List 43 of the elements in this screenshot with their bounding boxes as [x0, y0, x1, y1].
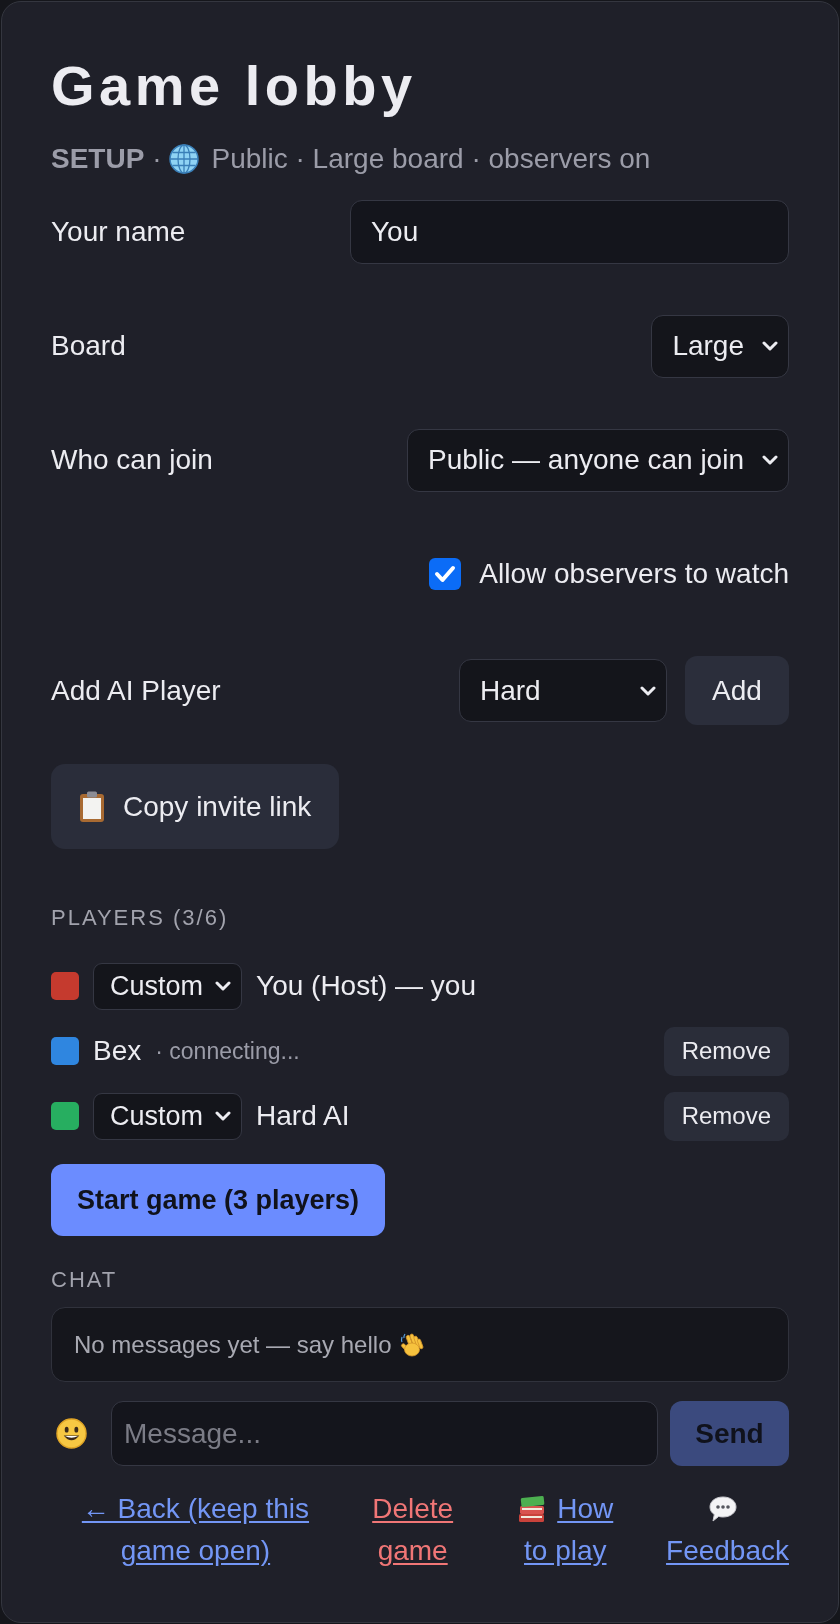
remove-button[interactable]: Remove — [663, 1026, 789, 1076]
dropdown-select[interactable]: Custom — [93, 1092, 243, 1140]
player-name: Hard AI — [256, 1099, 350, 1133]
empty-chat-text: No messages yet — say hello — [74, 1329, 392, 1360]
player-name: You (Host) — you — [256, 969, 476, 1003]
field-label: Add AI Player — [51, 673, 221, 708]
back-link[interactable]: ← Back (keep this game open) — [70, 1488, 321, 1572]
section-heading: PLAYERS (3/6) — [51, 904, 229, 932]
globe-icon — [169, 144, 200, 174]
checkbox[interactable] — [429, 558, 462, 590]
smiley-icon[interactable] — [56, 1418, 87, 1449]
section-heading: CHAT — [51, 1266, 118, 1294]
start-game-button[interactable]: Start game (3 players) — [51, 1164, 386, 1236]
waving-hand-icon — [399, 1331, 426, 1358]
copy-invite-button[interactable]: Copy invite link — [51, 764, 340, 849]
feedback-link[interactable]: Feedback — [666, 1488, 789, 1572]
clipboard-icon — [79, 790, 105, 823]
add-button[interactable]: Add — [685, 656, 789, 725]
chevron-icon — [762, 341, 778, 351]
delete-link[interactable]: Delete game — [360, 1488, 465, 1572]
text-input[interactable]: You — [350, 200, 789, 264]
player-status: · connecting... — [155, 1037, 300, 1066]
speech-bubble-icon — [707, 1495, 738, 1523]
remove-button[interactable]: Remove — [663, 1091, 789, 1141]
field-label: Who can join — [51, 443, 213, 477]
chevron-icon — [762, 455, 778, 465]
dropdown-select[interactable]: Hard — [459, 659, 667, 722]
field-label: Your name — [51, 215, 186, 249]
dropdown-select[interactable]: Large — [651, 314, 789, 378]
page-title: Game lobby — [51, 53, 417, 119]
help-link[interactable]: How to play — [504, 1488, 627, 1572]
dropdown-select[interactable]: Public — anyone can join — [407, 428, 789, 492]
checkbox-label: Allow observers to watch — [479, 557, 789, 591]
dropdown-select[interactable]: Custom — [93, 962, 243, 1010]
checkmark-icon — [434, 565, 457, 583]
chevron-icon — [640, 685, 656, 696]
stage-text: SETUP · — [51, 142, 162, 176]
message-input[interactable]: Message... — [111, 1401, 658, 1466]
field-label: Board — [51, 329, 126, 363]
settings-summary: Public · Large board · observers on — [211, 142, 651, 176]
player-name: Bex — [93, 1034, 142, 1068]
chevron-icon — [215, 1111, 232, 1121]
chevron-icon — [215, 981, 232, 991]
